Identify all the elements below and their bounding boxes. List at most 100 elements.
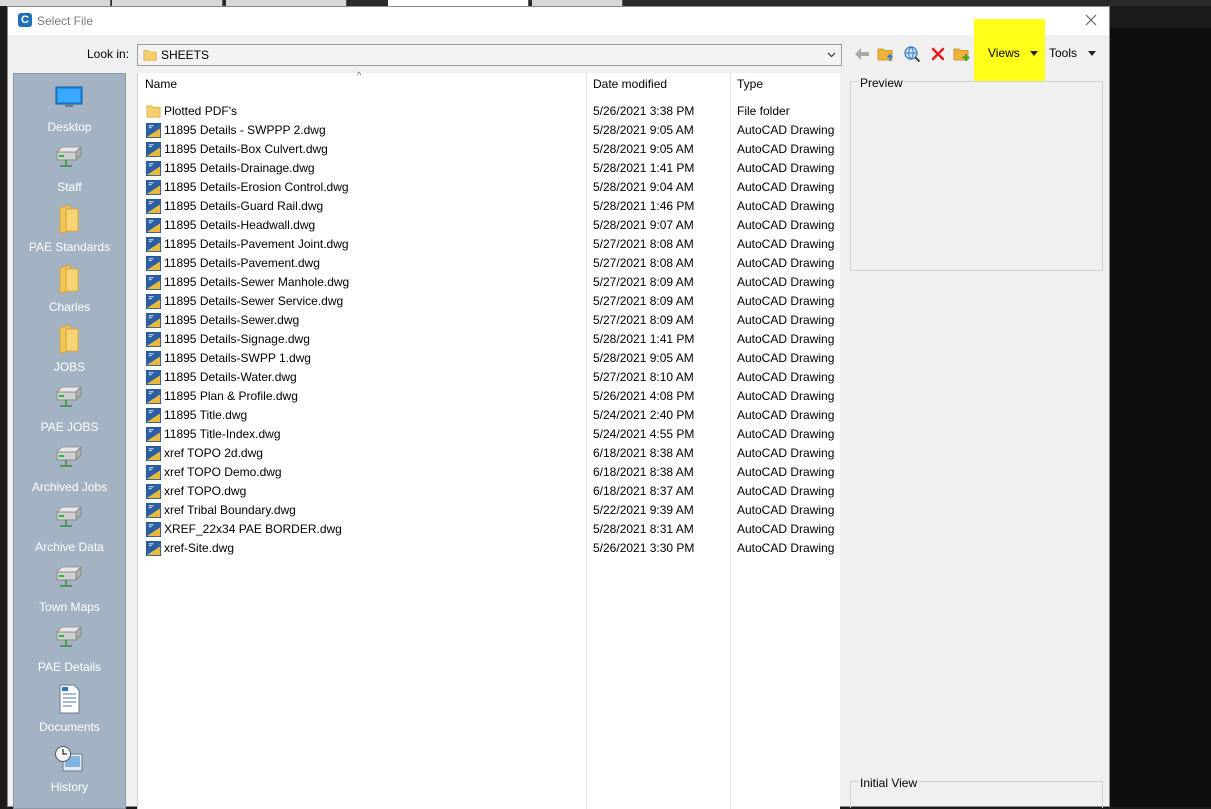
file-row[interactable]: 11895 Details-Sewer.dwg 5/27/2021 8:09 AM… [138,311,838,330]
places-bar: Desktop Staff PAE Standards Charles JOBS PAE … [13,73,126,809]
tools-dropdown-arrow-icon[interactable] [1088,51,1096,56]
file-row[interactable]: xref Tribal Boundary.dwg 5/22/2021 9:39 A… [138,501,838,520]
back-button[interactable] [852,45,872,63]
up-one-level-button[interactable] [876,45,896,63]
file-row[interactable]: 11895 Plan & Profile.dwg 5/26/2021 4:08 P… [138,387,838,406]
views-dropdown-arrow-icon[interactable] [1030,51,1038,56]
file-date-modified: 5/27/2021 8:09 AM [593,275,694,289]
file-row[interactable]: xref-Site.dwg 5/26/2021 3:30 PM AutoCAD Dr… [138,539,838,558]
file-row[interactable]: XREF_22x34 PAE BORDER.dwg 5/28/2021 8:31 … [138,520,838,539]
views-button[interactable]: Views [988,46,1020,60]
folder-icon [54,264,84,294]
file-row[interactable]: 11895 Details - SWPPP 2.dwg 5/28/2021 9:0… [138,121,838,140]
file-name: XREF_22x34 PAE BORDER.dwg [164,522,342,536]
file-type: AutoCAD Drawing [737,389,835,403]
file-date-modified: 5/24/2021 2:40 PM [593,408,695,422]
place-charles[interactable]: Charles [14,264,125,324]
delete-x-icon [931,47,945,61]
place-desktop[interactable]: Desktop [14,84,125,144]
file-date-modified: 5/28/2021 9:05 AM [593,142,694,156]
file-type: AutoCAD Drawing [737,427,835,441]
file-name: 11895 Details-Water.dwg [164,370,297,384]
file-row[interactable]: 11895 Details-Guard Rail.dwg 5/28/2021 1:… [138,197,838,216]
file-date-modified: 5/27/2021 8:08 AM [593,256,694,270]
place-history[interactable]: History [14,744,125,804]
search-web-button[interactable] [902,45,922,63]
file-row[interactable]: xref TOPO 2d.dwg 6/18/2021 8:38 AM AutoCAD… [138,444,838,463]
file-row[interactable]: 11895 Details-Signage.dwg 5/28/2021 1:41 … [138,330,838,349]
file-type: AutoCAD Drawing [737,237,835,251]
file-row[interactable]: 11895 Details-Pavement.dwg 5/27/2021 8:08… [138,254,838,273]
file-row[interactable]: 11895 Details-Erosion Control.dwg 5/28/20… [138,178,838,197]
file-date-modified: 5/28/2021 9:05 AM [593,123,694,137]
file-date-modified: 5/28/2021 1:41 PM [593,161,695,175]
file-date-modified: 5/26/2021 3:30 PM [593,541,695,555]
place-town-maps[interactable]: Town Maps [14,564,125,624]
file-type: AutoCAD Drawing [737,218,835,232]
autocad-app-icon: C [18,13,32,27]
place-archive-data[interactable]: Archive Data [14,504,125,564]
file-list[interactable]: Name ^ Date modified Type Plotted PDF's 5… [137,70,840,809]
network-drive-icon [54,564,84,594]
file-row[interactable]: 11895 Title-Index.dwg 5/24/2021 4:55 PM Au… [138,425,838,444]
place-documents[interactable]: Documents [14,684,125,744]
look-in-dropdown[interactable]: SHEETS [137,44,842,66]
file-row[interactable]: 11895 Details-Headwall.dwg 5/28/2021 9:07… [138,216,838,235]
file-row[interactable]: 11895 Details-SWPP 1.dwg 5/28/2021 9:05 A… [138,349,838,368]
file-row[interactable]: 11895 Details-Pavement Joint.dwg 5/27/202… [138,235,838,254]
file-name: 11895 Details-Erosion Control.dwg [164,180,349,194]
file-type: AutoCAD Drawing [737,332,835,346]
file-row[interactable]: 11895 Details-Sewer Service.dwg 5/27/2021… [138,292,838,311]
file-type: AutoCAD Drawing [737,465,835,479]
file-name: xref-Site.dwg [164,541,235,555]
documents-icon [54,684,84,714]
file-date-modified: 5/28/2021 1:41 PM [593,332,695,346]
file-type: AutoCAD Drawing [737,180,835,194]
column-header-date-modified[interactable]: Date modified [593,73,667,95]
place-label: Desktop [47,120,92,134]
file-date-modified: 5/27/2021 8:09 AM [593,294,694,308]
autocad-drawing-icon [146,503,161,518]
tools-button[interactable]: Tools [1049,46,1077,60]
place-pae-details[interactable]: PAE Details [14,624,125,684]
file-row[interactable]: 11895 Details-Box Culvert.dwg 5/28/2021 9… [138,140,838,159]
folder-icon [54,324,84,354]
close-button[interactable] [1081,10,1101,30]
file-row[interactable]: 11895 Details-Drainage.dwg 5/28/2021 1:41… [138,159,838,178]
column-header-type[interactable]: Type [737,73,763,95]
look-in-label: Look in: [87,47,130,61]
delete-button[interactable] [928,45,948,63]
file-row[interactable]: xref TOPO.dwg 6/18/2021 8:37 AM AutoCAD Dr… [138,482,838,501]
file-row[interactable]: 11895 Details-Water.dwg 5/27/2021 8:10 AM… [138,368,838,387]
place-pae-jobs[interactable]: PAE JOBS [14,384,125,444]
file-name: 11895 Details-Headwall.dwg [164,218,316,232]
place-jobs[interactable]: JOBS [14,324,125,384]
file-name: 11895 Details-Guard Rail.dwg [164,199,324,213]
file-date-modified: 5/27/2021 8:10 AM [593,370,694,384]
preview-panel [850,81,1103,271]
file-date-modified: 5/27/2021 8:09 AM [593,313,694,327]
file-row[interactable]: xref TOPO Demo.dwg 6/18/2021 8:38 AM AutoC… [138,463,838,482]
file-type: AutoCAD Drawing [737,313,835,327]
place-archived-jobs[interactable]: Archived Jobs [14,444,125,504]
file-row[interactable]: Plotted PDF's 5/26/2021 3:38 PM File folde… [138,102,838,121]
place-pae-standards[interactable]: PAE Standards [14,204,125,264]
autocad-drawing-icon [146,522,161,537]
back-arrow-icon [855,48,869,60]
file-row[interactable]: 11895 Title.dwg 5/24/2021 2:40 PM AutoCAD … [138,406,838,425]
network-drive-icon [54,444,84,474]
place-label: Archived Jobs [31,480,108,494]
file-row[interactable]: 11895 Details-Sewer Manhole.dwg 5/27/2021… [138,273,838,292]
place-staff[interactable]: Staff [14,144,125,204]
autocad-drawing-icon [146,541,161,556]
network-drive-icon [54,624,84,654]
place-label: PAE Standards [28,240,111,254]
file-date-modified: 5/28/2021 9:07 AM [593,218,694,232]
place-label: PAE Details [37,660,102,674]
file-name: 11895 Details-Sewer Service.dwg [164,294,344,308]
file-type: AutoCAD Drawing [737,541,835,555]
place-label: Archive Data [35,540,104,554]
preview-label: Preview [859,76,904,90]
create-new-folder-button[interactable] [952,45,972,63]
column-header-name[interactable]: Name [145,73,177,95]
